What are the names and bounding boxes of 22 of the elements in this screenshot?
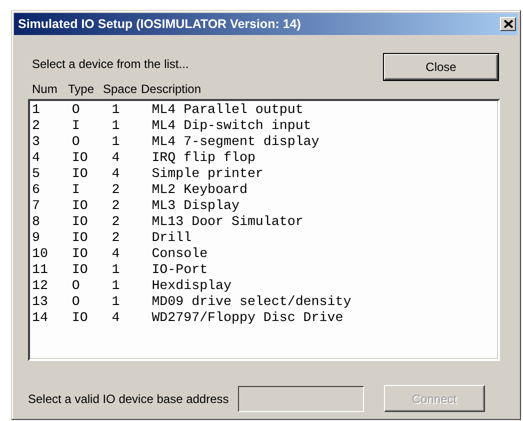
list-item[interactable]: 1 O 1 ML4 Parallel output <box>32 102 496 118</box>
instruction-text: Select a device from the list... <box>32 57 189 71</box>
list-item[interactable]: 9 IO 2 Drill <box>32 230 496 246</box>
window-title: Simulated IO Setup (IOSIMULATOR Version: 14) <box>18 17 301 31</box>
list-item[interactable]: 6 I 2 ML2 Keyboard <box>32 182 496 198</box>
list-item[interactable]: 10 IO 4 Console <box>32 246 496 262</box>
list-item[interactable]: 8 IO 2 ML13 Door Simulator <box>32 214 496 230</box>
list-item[interactable]: 11 IO 1 IO-Port <box>32 262 496 278</box>
list-item[interactable]: 3 O 1 ML4 7-segment display <box>32 134 496 150</box>
list-item[interactable]: 4 IO 4 IRQ flip flop <box>32 150 496 166</box>
list-item[interactable]: 7 IO 2 ML3 Display <box>32 198 496 214</box>
list-item[interactable]: 14 IO 4 WD2797/Floppy Disc Drive <box>32 310 496 326</box>
list-item[interactable]: 5 IO 4 Simple printer <box>32 166 496 182</box>
address-label: Select a valid IO device base address <box>28 392 229 406</box>
column-header: Type <box>68 82 96 96</box>
list-item[interactable]: 12 O 1 Hexdisplay <box>32 278 496 294</box>
close-button[interactable]: Close <box>384 54 498 80</box>
column-header: Num <box>32 82 58 96</box>
list-item[interactable]: 13 O 1 MD09 drive select/density <box>32 294 496 310</box>
column-header: Description <box>141 82 202 96</box>
list-item[interactable]: 2 I 1 ML4 Dip-switch input <box>32 118 496 134</box>
column-header: Space <box>103 82 138 96</box>
